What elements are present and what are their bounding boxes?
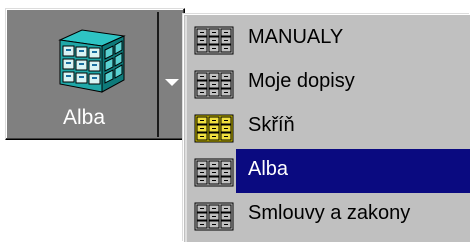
menu-item-label: Moje dopisy [248,70,355,92]
menu-item-label: Alba [248,158,289,180]
cabinet-dropdown-menu: MANUALY Moje dopisy Skříň Alba Smlouvy a… [183,14,470,242]
cabinet-icon [194,70,234,99]
dropdown-arrow-icon [165,79,179,86]
filing-cabinet-cube-icon [58,29,126,93]
cabinet-yellow-icon [194,114,234,143]
alba-split-button[interactable]: Alba [5,8,185,140]
cabinet-icon [194,202,234,231]
menu-item-manualy[interactable]: MANUALY [190,17,470,61]
alba-main-button[interactable]: Alba [9,12,159,137]
menu-item-moje-dopisy[interactable]: Moje dopisy [190,61,470,105]
menu-item-label: Skříň [248,114,295,136]
menu-item-label: Smlouvy a zakony [248,202,411,224]
menu-item-alba[interactable]: Alba [190,149,470,193]
menu-item-label: MANUALY [248,26,344,48]
menu-item-skrin[interactable]: Skříň [190,105,470,149]
menu-item-smlouvy-a-zakony[interactable]: Smlouvy a zakony [190,193,470,237]
cabinet-icon [194,158,234,187]
alba-button-label: Alba [62,106,106,129]
cabinet-icon [194,26,234,55]
dropdown-toggle[interactable] [161,12,182,137]
